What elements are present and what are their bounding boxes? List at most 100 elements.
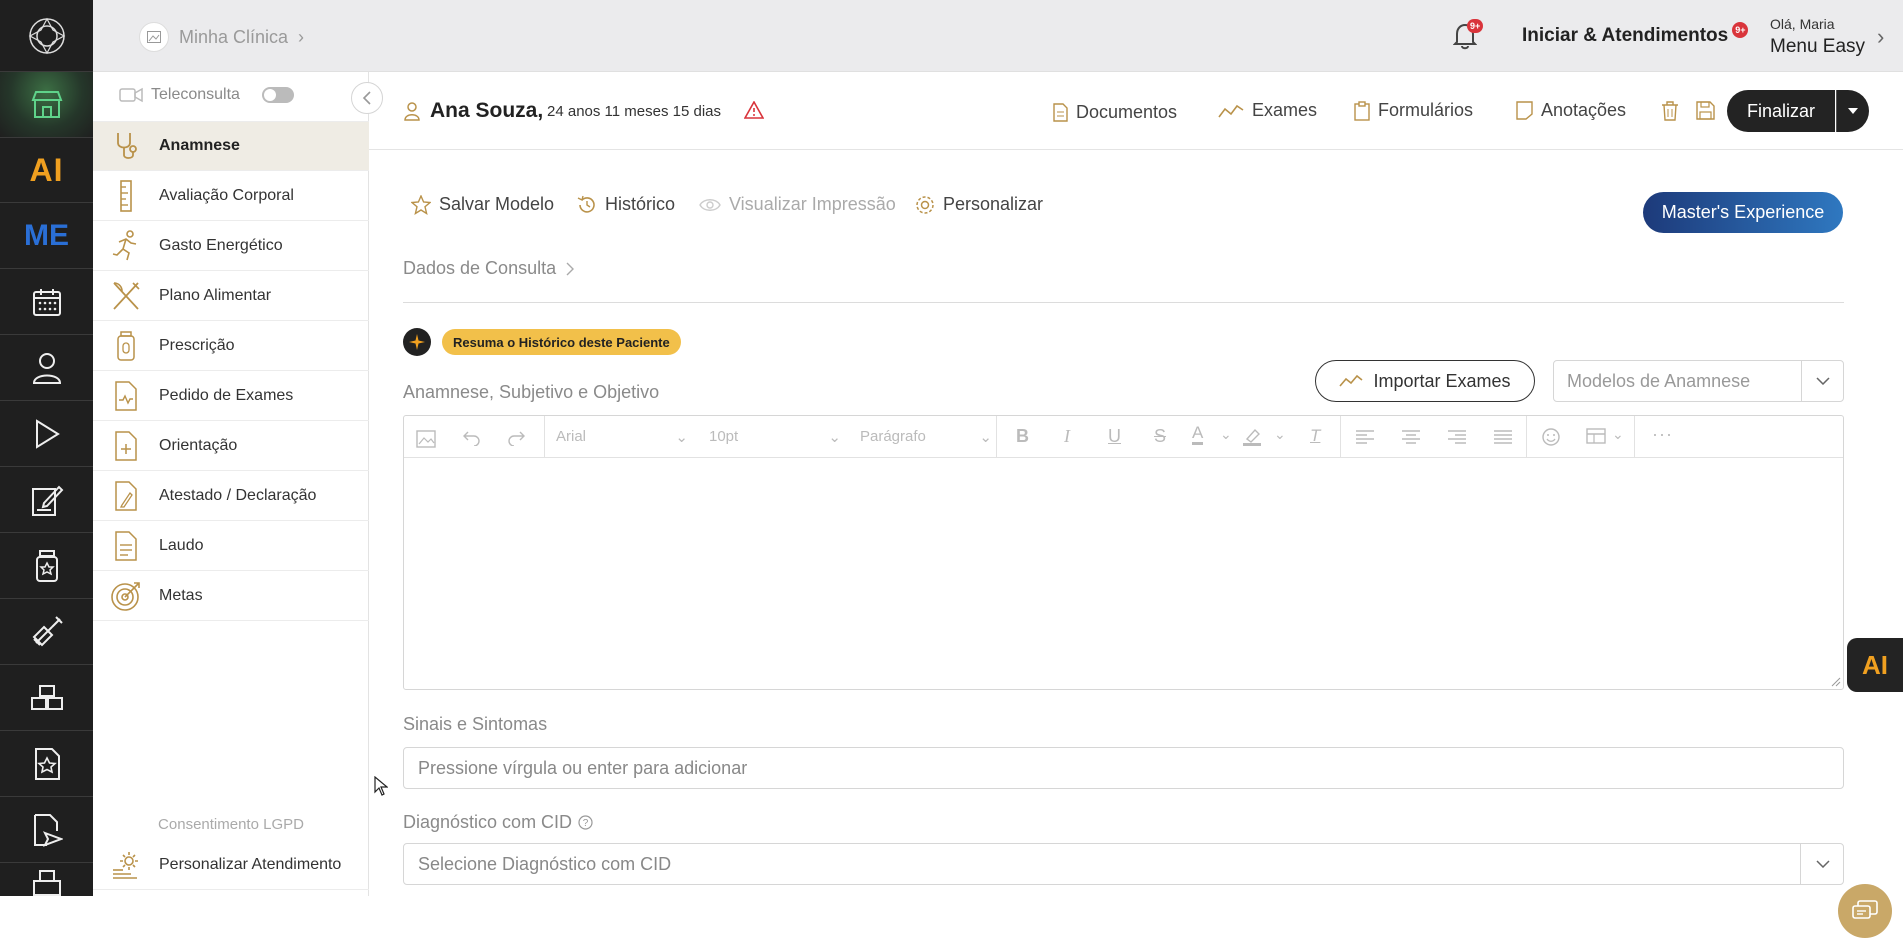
font-size-select[interactable]: 10pt ⌄ bbox=[709, 428, 849, 446]
sidebar-item-plano-alimentar[interactable]: Plano Alimentar bbox=[93, 272, 369, 321]
chevron-down-icon[interactable]: ⌄ bbox=[1612, 426, 1624, 443]
masters-experience-button[interactable]: Master's Experience bbox=[1643, 192, 1843, 233]
editor-body[interactable] bbox=[404, 458, 1843, 689]
ai-sparkle-icon[interactable] bbox=[403, 328, 431, 356]
import-exams-button[interactable]: Importar Exames bbox=[1315, 360, 1535, 402]
start-appointments-button[interactable]: Iniciar & Atendimentos 9+ bbox=[1522, 22, 1749, 47]
redo-icon[interactable] bbox=[508, 430, 526, 446]
send-document-icon[interactable] bbox=[0, 797, 93, 863]
edit-document-icon[interactable] bbox=[0, 467, 93, 533]
chevron-down-icon[interactable]: ⌄ bbox=[1274, 426, 1286, 443]
cid-select[interactable]: Selecione Diagnóstico com CID bbox=[403, 843, 1844, 885]
syringe-icon[interactable] bbox=[0, 599, 93, 665]
font-family-select[interactable]: Arial ⌄ bbox=[556, 428, 696, 446]
customize-service-button[interactable]: Personalizar Atendimento bbox=[93, 840, 369, 890]
chevron-right-icon[interactable]: › bbox=[1877, 24, 1884, 50]
symptoms-input[interactable]: Pressione vírgula ou enter para adiciona… bbox=[403, 747, 1844, 789]
chevron-down-icon: ⌄ bbox=[979, 429, 992, 446]
patient-header: Ana Souza, 24 anos 11 meses 15 dias Docu… bbox=[369, 72, 1903, 150]
logo-icon[interactable] bbox=[0, 0, 93, 72]
sidebar-item-label: Anamnese bbox=[159, 137, 240, 154]
gear-icon bbox=[916, 195, 934, 214]
document-icon bbox=[1053, 103, 1068, 122]
chat-button[interactable] bbox=[1838, 884, 1892, 938]
align-center-icon[interactable] bbox=[1402, 430, 1420, 444]
greeting-text: Olá, Maria bbox=[1770, 16, 1835, 32]
sidebar-item-laudo[interactable]: Laudo bbox=[93, 522, 369, 571]
breadcrumb[interactable]: Dados de Consulta bbox=[403, 258, 575, 279]
boxes-icon[interactable] bbox=[0, 665, 93, 731]
customize-button[interactable]: Personalizar bbox=[915, 194, 1043, 215]
table-icon[interactable] bbox=[1586, 428, 1606, 444]
finish-button[interactable]: Finalizar bbox=[1727, 90, 1835, 132]
underline-icon[interactable]: U bbox=[1108, 426, 1121, 447]
sidebar-item-label: Laudo bbox=[159, 537, 204, 554]
emoji-icon[interactable] bbox=[1542, 428, 1560, 446]
clear-format-icon[interactable]: T bbox=[1310, 426, 1320, 446]
ai-summary-label: Resuma o Histórico deste Paciente bbox=[453, 334, 670, 350]
play-icon[interactable] bbox=[0, 401, 93, 467]
ai-summary-button[interactable]: Resuma o Histórico deste Paciente bbox=[442, 329, 681, 355]
collapse-sidebar-button[interactable] bbox=[351, 82, 383, 114]
star-document-icon[interactable] bbox=[0, 731, 93, 797]
sidebar-item-anamnese[interactable]: Anamnese bbox=[93, 122, 369, 171]
strikethrough-icon[interactable]: S bbox=[1154, 426, 1166, 447]
align-left-icon[interactable] bbox=[1356, 430, 1374, 444]
more-icon[interactable] bbox=[0, 863, 93, 896]
anamnese-models-select[interactable]: Modelos de Anamnese bbox=[1553, 360, 1844, 402]
me-icon[interactable]: ME bbox=[0, 203, 93, 269]
forms-button[interactable]: Formulários bbox=[1354, 100, 1473, 121]
finish-dropdown-button[interactable] bbox=[1836, 90, 1869, 132]
text-color-icon[interactable]: A bbox=[1192, 424, 1204, 445]
user-menu[interactable]: Olá, Maria Menu Easy bbox=[1770, 16, 1865, 58]
save-icon[interactable] bbox=[1696, 101, 1715, 120]
block-format-select[interactable]: Parágrafo ⌄ bbox=[860, 428, 1000, 446]
patient-name[interactable]: Ana Souza, bbox=[430, 99, 543, 123]
align-justify-icon[interactable] bbox=[1494, 430, 1512, 444]
clinic-selector[interactable]: Minha Clínica › bbox=[139, 22, 304, 52]
resize-handle-icon[interactable] bbox=[1831, 677, 1841, 687]
sidebar-item-pedido-de-exames[interactable]: Pedido de Exames bbox=[93, 372, 369, 421]
ai-assistant-tab[interactable]: AI bbox=[1847, 638, 1903, 692]
highlight-icon[interactable] bbox=[1242, 428, 1262, 446]
insert-image-icon[interactable] bbox=[416, 430, 436, 448]
notifications-button[interactable]: 9+ bbox=[1452, 19, 1484, 55]
help-icon[interactable]: ? bbox=[578, 815, 593, 830]
exam-request-icon bbox=[115, 381, 137, 411]
trash-icon[interactable] bbox=[1661, 101, 1679, 121]
history-button[interactable]: Histórico bbox=[577, 194, 675, 215]
sidebar-item-orientacao[interactable]: Orientação bbox=[93, 422, 369, 471]
chevron-down-icon: ⌄ bbox=[828, 429, 841, 446]
ai-icon[interactable]: AI bbox=[0, 138, 93, 203]
sidebar-item-gasto-energetico[interactable]: Gasto Energético bbox=[93, 222, 369, 271]
breadcrumb-label: Dados de Consulta bbox=[403, 258, 557, 278]
sidebar-item-atestado[interactable]: Atestado / Declaração bbox=[93, 472, 369, 521]
sidebar-item-label: Pedido de Exames bbox=[159, 387, 294, 404]
notes-button[interactable]: Anotações bbox=[1516, 100, 1626, 121]
warning-icon[interactable] bbox=[744, 101, 764, 119]
chevron-down-icon[interactable]: ⌄ bbox=[1220, 426, 1232, 443]
documents-button[interactable]: Documentos bbox=[1053, 102, 1177, 123]
sidebar-item-avaliacao-corporal[interactable]: Avaliação Corporal bbox=[93, 172, 369, 221]
prescription-icon bbox=[117, 331, 135, 361]
cid-label-row: Diagnóstico com CID ? bbox=[403, 812, 593, 833]
sidebar-item-prescricao[interactable]: Prescrição bbox=[93, 322, 369, 371]
lgpd-link[interactable]: Consentimento LGPD bbox=[93, 816, 369, 833]
align-right-icon[interactable] bbox=[1448, 430, 1466, 444]
print-preview-button[interactable]: Visualizar Impressão bbox=[699, 194, 896, 215]
calendar-icon[interactable] bbox=[0, 269, 93, 335]
save-model-button[interactable]: Salvar Modelo bbox=[411, 194, 554, 215]
ai-rail-label: AI bbox=[29, 151, 64, 188]
more-options-icon[interactable]: ··· bbox=[1652, 424, 1673, 445]
exams-button[interactable]: Exames bbox=[1218, 100, 1317, 121]
medicine-bottle-icon[interactable] bbox=[0, 533, 93, 599]
teleconsulta-toggle[interactable] bbox=[261, 87, 294, 103]
italic-icon[interactable]: I bbox=[1064, 426, 1070, 447]
clinic-label: Minha Clínica bbox=[179, 26, 289, 47]
bold-icon[interactable]: B bbox=[1016, 426, 1029, 447]
undo-icon[interactable] bbox=[462, 430, 480, 446]
store-icon[interactable] bbox=[0, 72, 93, 138]
patient-icon[interactable] bbox=[0, 335, 93, 401]
svg-text:?: ? bbox=[583, 818, 589, 829]
sidebar-item-metas[interactable]: Metas bbox=[93, 572, 369, 621]
